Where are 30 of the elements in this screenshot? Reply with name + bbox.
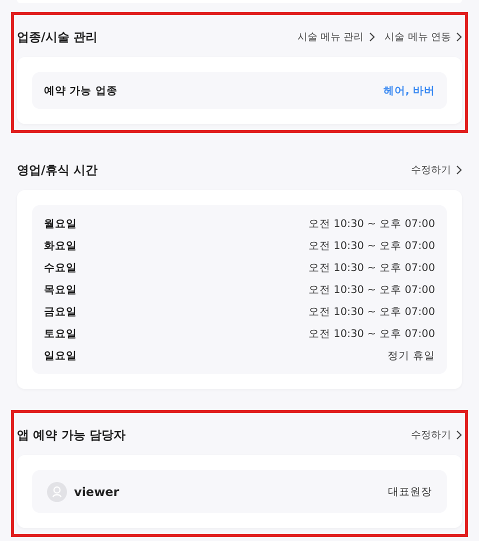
row-value: 오전 10:30 ~ 오후 07:00 [308, 282, 435, 296]
row-value: 오전 10:30 ~ 오후 07:00 [308, 304, 435, 318]
row-label: 월요일 [44, 216, 77, 230]
row-label: 금요일 [44, 304, 77, 318]
staff-role: 대표원장 [388, 484, 432, 498]
row-label: 예약 가능 업종 [44, 84, 118, 98]
link[interactable]: 수정하기 [411, 163, 462, 177]
row-label: 목요일 [44, 282, 77, 296]
row-value: 정기 휴일 [388, 348, 435, 362]
link[interactable]: 시술 메뉴 연동 [384, 30, 462, 44]
chevron-icon [456, 32, 462, 42]
row-value: 오전 10:30 ~ 오후 07:00 [308, 216, 435, 230]
chevron-icon [368, 32, 375, 42]
row-label: 수요일 [44, 260, 77, 274]
chevron-icon [456, 430, 462, 440]
link[interactable]: 수정하기 [411, 428, 462, 442]
row-value: 오전 10:30 ~ 오후 07:00 [308, 326, 435, 340]
section-title: 앱 예약 가능 담당자 [17, 426, 126, 444]
row-value: 오전 10:30 ~ 오후 07:00 [308, 260, 435, 274]
section-title: 업종/시술 관리 [17, 28, 98, 46]
link[interactable]: 시술 메뉴 관리 [297, 30, 375, 44]
row-label: 토요일 [44, 326, 77, 340]
row-value: 헤어, 바버 [383, 84, 435, 98]
avatar-icon [47, 482, 67, 502]
chevron-icon [456, 165, 462, 175]
row-label: 화요일 [44, 238, 77, 252]
staff-name: viewer [74, 484, 120, 498]
row-value: 오전 10:30 ~ 오후 07:00 [308, 238, 435, 252]
section-title: 영업/휴식 시간 [17, 162, 98, 178]
row-label: 일요일 [44, 348, 77, 362]
